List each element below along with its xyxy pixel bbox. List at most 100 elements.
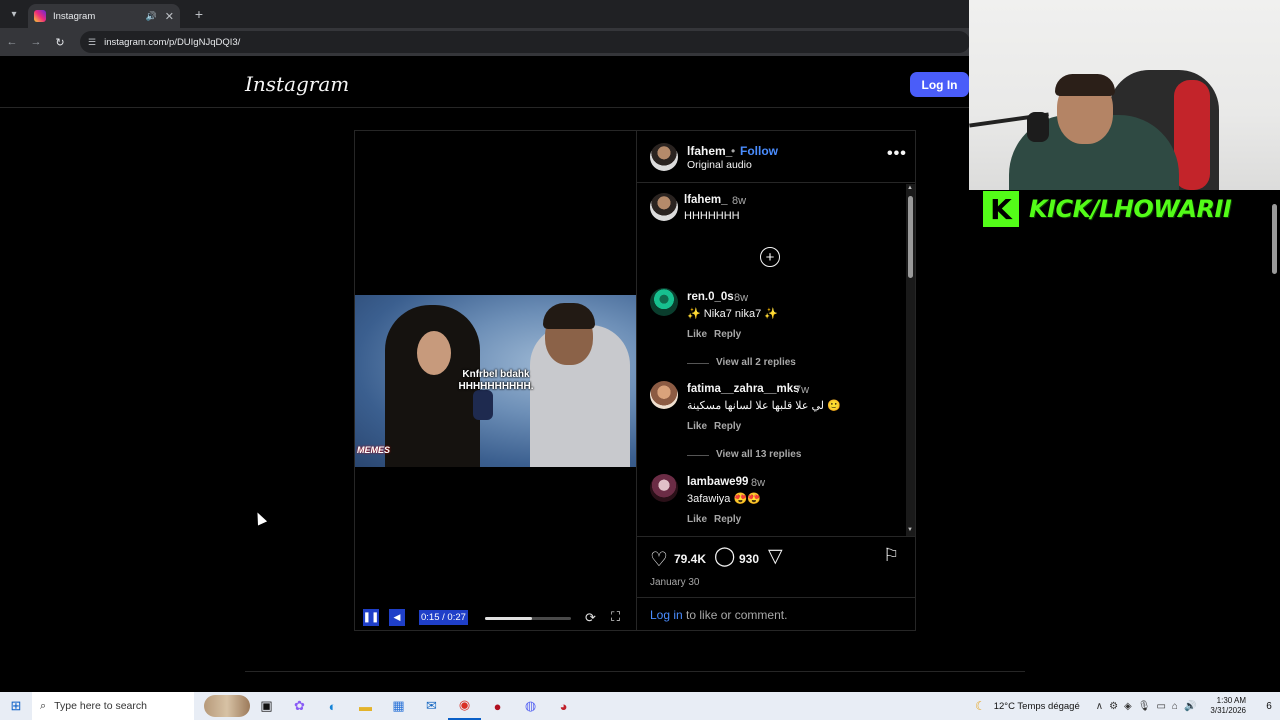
- comment-avatar[interactable]: [650, 474, 678, 502]
- webcam-chair-accent: [1174, 80, 1210, 190]
- comment-avatar[interactable]: [650, 381, 678, 409]
- tray-volume-icon[interactable]: 🔊: [1184, 701, 1196, 712]
- scroll-down-icon[interactable]: ▼: [907, 527, 913, 533]
- notifications-icon[interactable]: 6: [1258, 692, 1280, 720]
- video-frame[interactable]: Knfrbel bdahk HHHHHHHHHH. MEMES: [355, 295, 636, 467]
- pause-icon[interactable]: ❚❚: [363, 609, 379, 626]
- author-avatar[interactable]: [650, 143, 678, 171]
- more-options-icon[interactable]: •••: [887, 145, 907, 163]
- comments-scrollbar[interactable]: ▲ ▼: [906, 184, 915, 536]
- post-actions: ♡ 79.4K ◯ 930 ▽ ⚐ January 30: [637, 536, 916, 596]
- tray-battery-icon[interactable]: ▭: [1156, 701, 1165, 712]
- comment-username[interactable]: lambawe99: [687, 476, 748, 488]
- chrome-icon[interactable]: ◉: [448, 692, 481, 720]
- fullscreen-icon[interactable]: ⛶: [611, 609, 620, 625]
- post-sidebar: lfahem_ • Follow Original audio ••• lfah…: [636, 131, 916, 630]
- taskbar-clock[interactable]: 1:30 AM 3/31/2026: [1210, 696, 1246, 716]
- browser-tab-strip: ▾ Instagram 🔊 ✕ +: [0, 0, 970, 28]
- search-highlight-thumbnail[interactable]: [204, 695, 250, 717]
- author-username[interactable]: lfahem_: [687, 144, 732, 158]
- tray-network-icon[interactable]: ⌂: [1172, 701, 1178, 712]
- post-date: January 30: [650, 577, 700, 588]
- tray-app-icon[interactable]: ⚙: [1109, 701, 1118, 712]
- comment-time: 7w: [795, 384, 810, 396]
- copilot-icon[interactable]: ✿: [283, 692, 316, 720]
- comment-reply-button[interactable]: Reply: [714, 421, 741, 432]
- view-replies-button[interactable]: View all 2 replies: [716, 357, 796, 368]
- video-controls: ❚❚ ◀ 0:15 / 0:27 ⟳ ⛶: [355, 606, 636, 630]
- tray-security-icon[interactable]: ◈: [1124, 701, 1132, 712]
- webcam-streamer-hair: [1055, 74, 1115, 96]
- kick-logo-icon: K: [983, 191, 1019, 227]
- taskbar-search[interactable]: ⌕ Type here to search: [32, 692, 194, 720]
- playback-speed-icon[interactable]: ⟳: [585, 610, 596, 626]
- comment-reply-button[interactable]: Reply: [714, 329, 741, 340]
- discord-icon[interactable]: ◍: [514, 692, 547, 720]
- tab-search-menu-icon[interactable]: ▾: [0, 0, 28, 28]
- windows-start-icon[interactable]: ⊞: [0, 692, 32, 720]
- follow-button[interactable]: Follow: [740, 144, 778, 158]
- kick-banner: K KICK/LHOWARII: [969, 190, 1280, 228]
- comment-like-button[interactable]: Like: [687, 421, 707, 432]
- save-bookmark-icon[interactable]: ⚐: [883, 545, 899, 566]
- tab-close-icon[interactable]: ✕: [165, 10, 174, 23]
- instagram-logo[interactable]: Instagram: [245, 72, 349, 96]
- video-player[interactable]: Knfrbel bdahk HHHHHHHHHH. MEMES ❚❚ ◀ 0:1…: [355, 131, 636, 630]
- tab-audio-icon[interactable]: 🔊: [146, 11, 157, 22]
- audio-link[interactable]: Original audio: [687, 159, 752, 171]
- like-heart-icon[interactable]: ♡: [650, 547, 668, 572]
- app-circle-icon[interactable]: ◕: [547, 692, 580, 720]
- caption-avatar[interactable]: [650, 193, 678, 221]
- new-tab-button[interactable]: +: [186, 1, 212, 27]
- header-separator: •: [731, 144, 736, 158]
- windows-taskbar: ⊞ ⌕ Type here to search ▣ ✿ ◐ ▬ ▦ ✉ ◉ ● …: [0, 692, 1280, 720]
- comment-text: لي علا قلبها علا لسانها مسكينة 🙂: [687, 400, 841, 412]
- notification-count: 6: [1266, 700, 1272, 712]
- comment-count: 930: [739, 552, 760, 566]
- store-icon[interactable]: ▦: [382, 692, 415, 720]
- comments-scrollbar-thumb[interactable]: [908, 196, 913, 278]
- comment-username[interactable]: fatima__zahra__mks: [687, 383, 800, 395]
- clock-time: 1:30 AM: [1216, 696, 1246, 705]
- load-more-comments-icon[interactable]: +: [760, 247, 780, 267]
- login-button[interactable]: Log In: [910, 72, 969, 97]
- caption-text: HHHHHHH: [684, 210, 740, 222]
- comments-list[interactable]: lfahem_ 8w HHHHHHH + ren.0_0s 8w ✨ Nika7…: [637, 184, 916, 536]
- video-watermark: MEMES: [357, 445, 391, 455]
- task-view-icon[interactable]: ▣: [250, 692, 283, 720]
- page-scrollbar[interactable]: [1271, 192, 1279, 692]
- address-bar[interactable]: ☰ instagram.com/p/DUIgNJqDQI3/: [80, 31, 970, 53]
- video-person-left-face: [417, 331, 451, 375]
- app-red-icon[interactable]: ●: [481, 692, 514, 720]
- forward-icon[interactable]: →: [24, 30, 48, 54]
- video-seek-bar[interactable]: [485, 617, 571, 620]
- comment-bubble-icon[interactable]: ◯: [714, 545, 735, 568]
- weather-text[interactable]: 12°C Temps dégagé: [994, 701, 1080, 712]
- weather-moon-icon[interactable]: ☾: [975, 699, 986, 713]
- tray-overflow-icon[interactable]: ∧: [1096, 701, 1103, 712]
- comment-like-button[interactable]: Like: [687, 514, 707, 525]
- comment-username[interactable]: ren.0_0s: [687, 291, 734, 303]
- caption-username[interactable]: lfahem_: [684, 194, 727, 206]
- instagram-header: Instagram Log In: [0, 58, 970, 108]
- kick-channel-label: KICK/LHOWARII: [1029, 195, 1232, 223]
- view-replies-button[interactable]: View all 13 replies: [716, 449, 801, 460]
- site-info-icon[interactable]: ☰: [88, 37, 96, 48]
- tray-mic-icon[interactable]: 🎙: [1138, 701, 1151, 712]
- share-paper-plane-icon[interactable]: ▽: [768, 545, 783, 568]
- search-icon: ⌕: [40, 699, 47, 712]
- reload-icon[interactable]: ↻: [48, 30, 72, 54]
- browser-tab-instagram[interactable]: Instagram 🔊 ✕: [28, 4, 180, 28]
- edge-icon[interactable]: ◐: [316, 692, 349, 720]
- scroll-up-icon[interactable]: ▲: [907, 185, 913, 191]
- login-link[interactable]: Log in: [650, 608, 683, 622]
- page-divider: [245, 671, 1025, 672]
- back-icon[interactable]: ←: [0, 30, 24, 54]
- comment-reply-button[interactable]: Reply: [714, 514, 741, 525]
- video-overlay-caption: Knfrbel bdahk HHHHHHHHHH.: [458, 369, 534, 392]
- outlook-icon[interactable]: ✉: [415, 692, 448, 720]
- file-explorer-icon[interactable]: ▬: [349, 692, 382, 720]
- comment-like-button[interactable]: Like: [687, 329, 707, 340]
- comment-avatar[interactable]: [650, 288, 678, 316]
- volume-icon[interactable]: ◀: [389, 609, 405, 626]
